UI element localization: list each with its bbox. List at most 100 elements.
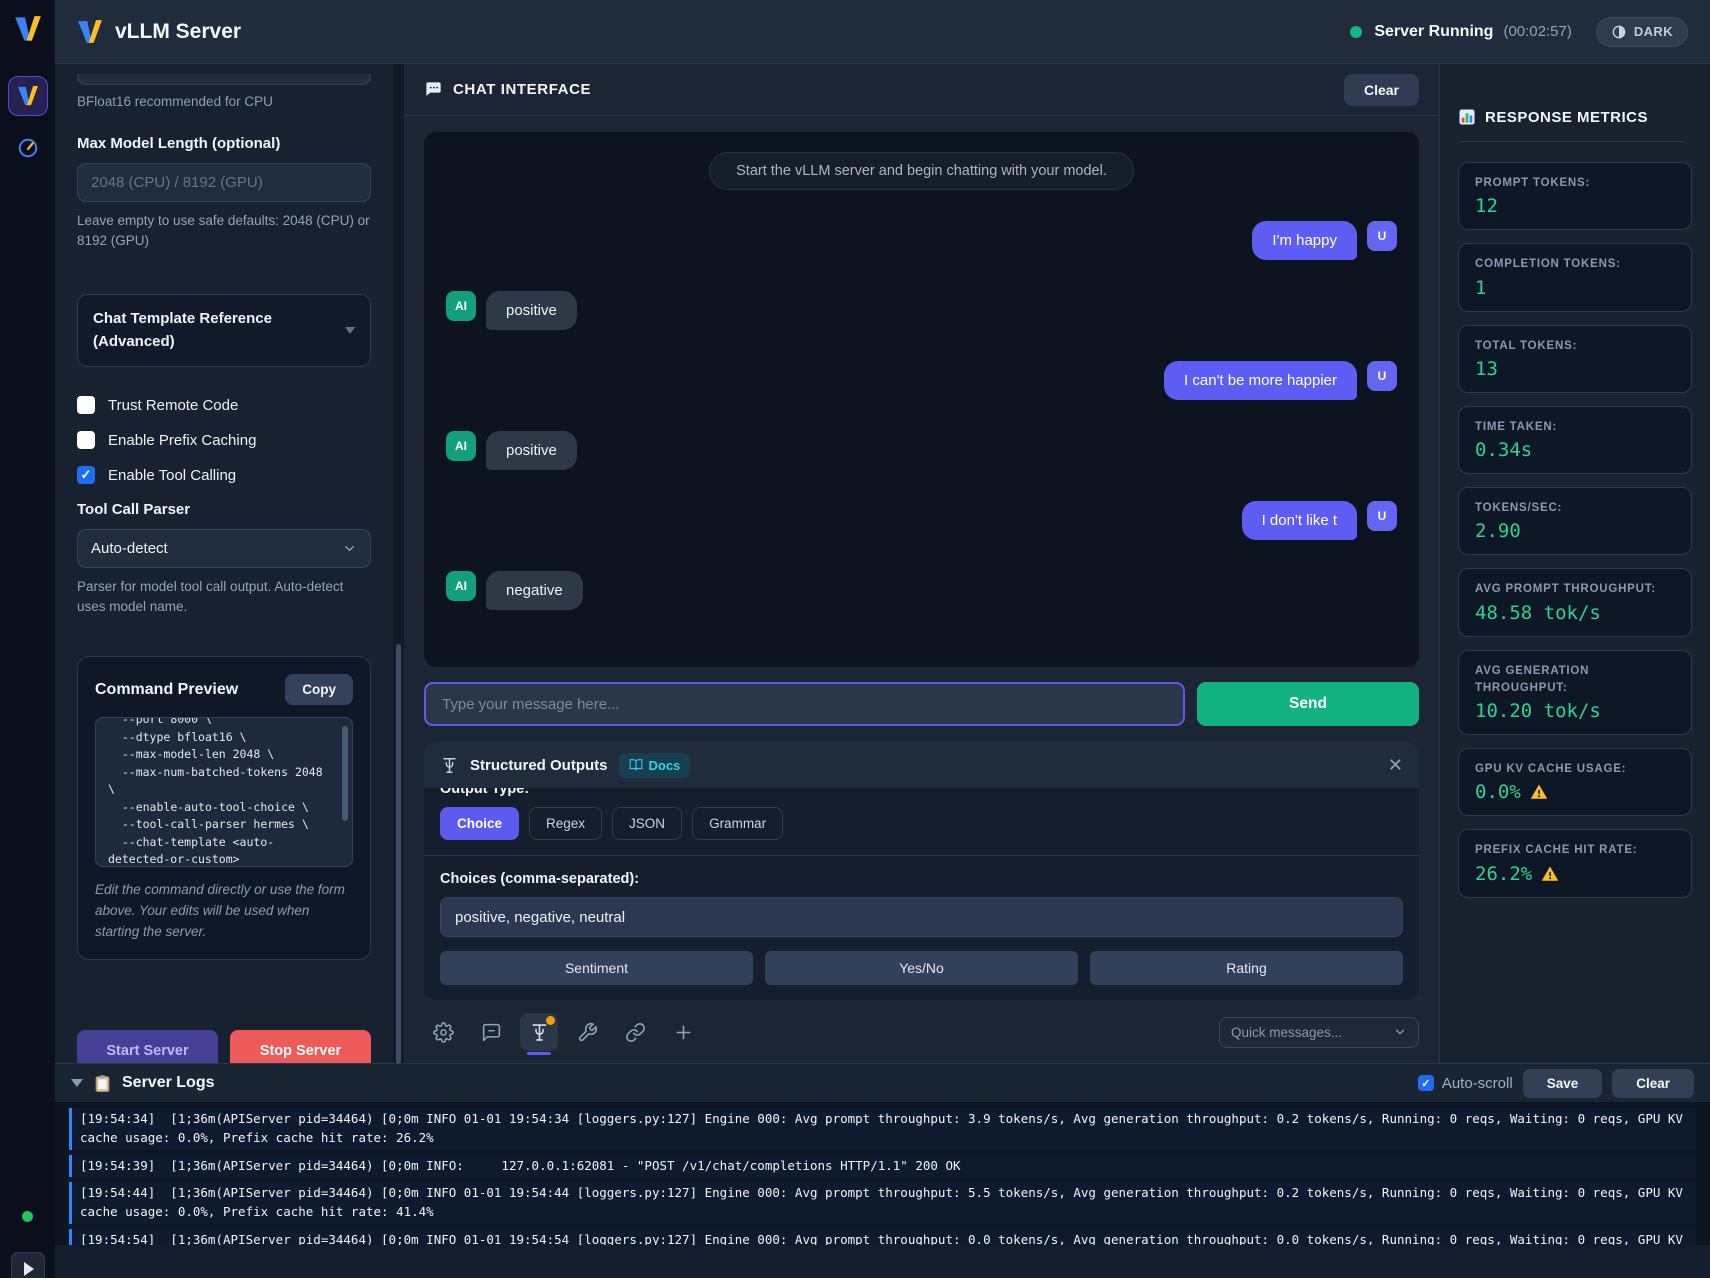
rail-item-dashboard[interactable]: [8, 128, 48, 168]
command-preview-title: Command Preview: [95, 681, 238, 699]
response-metrics-title: RESPONSE METRICS: [1485, 109, 1648, 126]
code-scrollbar[interactable]: [342, 726, 348, 821]
chat-header: CHAT INTERFACE Clear: [404, 64, 1439, 116]
metric-value: 26.2%: [1475, 863, 1675, 885]
preset-rating[interactable]: Rating: [1090, 951, 1403, 985]
structured-outputs-header: Structured Outputs Docs ✕: [424, 742, 1419, 788]
tool-call-parser-select[interactable]: Auto-detect: [77, 529, 371, 568]
link-tool-button[interactable]: [616, 1013, 654, 1051]
close-icon[interactable]: ✕: [1388, 756, 1403, 774]
chevron-down-icon: [1393, 1025, 1407, 1039]
autoscroll-checkbox[interactable]: ✓: [1418, 1075, 1434, 1091]
copy-command-button[interactable]: Copy: [285, 674, 353, 705]
save-logs-button[interactable]: Save: [1523, 1069, 1603, 1098]
choices-input[interactable]: [440, 897, 1403, 937]
metric-label: COMPLETION TOKENS:: [1475, 256, 1675, 273]
brand: vLLM Server: [77, 20, 241, 44]
server-logs-body[interactable]: [19:54:34] [1;36m(APIServer pid=34464) […: [55, 1102, 1710, 1245]
gear-icon: [433, 1022, 454, 1043]
metric-label: TIME TAKEN:: [1475, 419, 1675, 436]
dtype-select-cutoff[interactable]: [77, 74, 371, 85]
checkbox-unchecked[interactable]: [77, 431, 95, 449]
panel-scrollbar[interactable]: [393, 64, 404, 1063]
metric-label: TOTAL TOKENS:: [1475, 338, 1675, 355]
message-square-icon: [481, 1022, 502, 1043]
play-icon: [24, 1262, 34, 1276]
output-type-grammar[interactable]: Grammar: [692, 807, 783, 840]
checkbox-checked[interactable]: ✓: [77, 466, 95, 484]
expand-panel-button[interactable]: [11, 1252, 45, 1278]
clear-chat-button[interactable]: Clear: [1344, 74, 1419, 106]
log-entry: [19:54:44] [1;36m(APIServer pid=34464) […: [69, 1182, 1696, 1224]
message-bubble: I'm happy: [1252, 221, 1357, 260]
warning-icon: [1541, 865, 1559, 883]
vllm-logo-icon: [17, 86, 39, 106]
checkbox-label: Enable Prefix Caching: [108, 432, 256, 449]
command-preview-help: Edit the command directly or use the for…: [95, 880, 353, 943]
start-server-button[interactable]: Start Server: [77, 1030, 218, 1063]
ai-avatar: AI: [446, 431, 476, 461]
message-bubble: positive: [486, 431, 577, 470]
choice-preset-buttons: Sentiment Yes/No Rating: [440, 951, 1403, 985]
checkbox-row-enable-prefix-caching[interactable]: Enable Prefix Caching: [77, 431, 371, 449]
settings-checkbox-list: Trust Remote Code Enable Prefix Caching ✓E…: [77, 396, 371, 484]
tools-tool-button[interactable]: [568, 1013, 606, 1051]
server-status-dot: [1350, 26, 1362, 38]
message-input[interactable]: [424, 682, 1185, 726]
docs-link[interactable]: Docs: [619, 753, 691, 778]
max-model-length-input[interactable]: [77, 163, 371, 202]
autoscroll-toggle[interactable]: ✓ Auto-scroll: [1418, 1075, 1513, 1092]
metric-card-prompt-tokens-: PROMPT TOKENS:12: [1458, 162, 1692, 230]
content-row: BFloat16 recommended for CPU Max Model L…: [55, 64, 1710, 1063]
header-right: Server Running (00:02:57) DARK: [1350, 17, 1688, 47]
output-type-regex[interactable]: Regex: [529, 807, 602, 840]
wrench-icon: [577, 1022, 598, 1043]
settings-tool-button[interactable]: [424, 1013, 462, 1051]
half-moon-icon: [1611, 24, 1627, 40]
ai-avatar: AI: [446, 291, 476, 321]
preset-yes-no[interactable]: Yes/No: [765, 951, 1078, 985]
book-icon: [629, 758, 643, 772]
chat-message-row: I don't like tU: [446, 501, 1397, 540]
add-tool-button[interactable]: [664, 1013, 702, 1051]
chat-panel: CHAT INTERFACE Clear Start the vLLM serv…: [404, 64, 1440, 1063]
preset-sentiment[interactable]: Sentiment: [440, 951, 753, 985]
chat-template-reference-toggle[interactable]: Chat Template Reference (Advanced): [77, 294, 371, 367]
user-avatar: U: [1367, 501, 1397, 531]
rail-status-dot: [22, 1211, 33, 1222]
command-preview-editor[interactable]: --port 8000 \ --dtype bfloat16 \ --max-m…: [95, 717, 353, 867]
tool-call-parser-help: Parser for model tool call output. Auto-…: [77, 577, 371, 616]
checkbox-unchecked[interactable]: [77, 396, 95, 414]
clear-logs-button[interactable]: Clear: [1612, 1069, 1694, 1098]
rail-item-server[interactable]: [8, 76, 48, 116]
collapse-icon[interactable]: [71, 1079, 83, 1087]
log-entry: [19:54:39] [1;36m(APIServer pid=34464) […: [69, 1155, 1696, 1178]
checkbox-row-trust-remote-code[interactable]: Trust Remote Code: [77, 396, 371, 414]
output-type-choice[interactable]: Choice: [440, 807, 519, 840]
checkbox-row-enable-tool-calling[interactable]: ✓Enable Tool Calling: [77, 466, 371, 484]
bottom-strip: [55, 1245, 1710, 1278]
send-button[interactable]: Send: [1197, 682, 1419, 726]
app-title: vLLM Server: [115, 20, 241, 44]
chat-message-row: I'm happyU: [446, 221, 1397, 260]
divider: [1458, 141, 1686, 142]
quick-messages-select[interactable]: Quick messages...: [1219, 1017, 1419, 1048]
message-bubble: positive: [486, 291, 577, 330]
metric-value: 13: [1475, 358, 1675, 380]
structured-outputs-tool-button[interactable]: [520, 1013, 558, 1051]
max-model-length-label: Max Model Length (optional): [77, 135, 371, 152]
output-type-label: Output Type:: [440, 788, 1403, 797]
metric-card-prefix-cache-hit-rate-: PREFIX CACHE HIT RATE:26.2%: [1458, 829, 1692, 897]
metric-value: 12: [1475, 195, 1675, 217]
metric-label: AVG PROMPT THROUGHPUT:: [1475, 581, 1675, 598]
theme-toggle-button[interactable]: DARK: [1596, 17, 1688, 47]
chat-message-row: AI positive: [446, 431, 1397, 470]
stop-server-button[interactable]: Stop Server: [230, 1030, 371, 1063]
panel-scrollbar-thumb[interactable]: [396, 644, 401, 1064]
chat-options-tool-button[interactable]: [472, 1013, 510, 1051]
output-type-json[interactable]: JSON: [612, 807, 682, 840]
metric-label: TOKENS/SEC:: [1475, 500, 1675, 517]
server-logs-title: Server Logs: [122, 1074, 214, 1092]
vllm-logo-icon: [14, 16, 42, 42]
system-notice: Start the vLLM server and begin chatting…: [709, 152, 1134, 190]
